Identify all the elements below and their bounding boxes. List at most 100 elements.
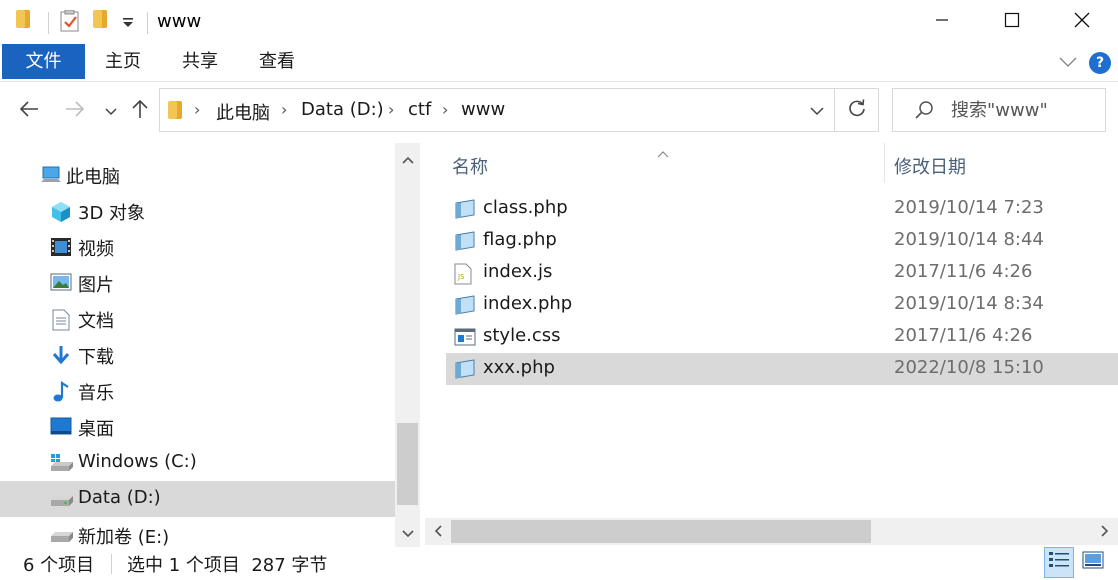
maximize-button[interactable] <box>977 0 1047 44</box>
nav-item-music[interactable]: 音乐 <box>0 373 395 409</box>
tab-file[interactable]: 文件 <box>2 44 85 79</box>
nav-item-label: 视频 <box>78 239 114 260</box>
file-row[interactable]: flag.php 2019/10/14 8:44 <box>446 225 1118 257</box>
chevron-up-icon <box>401 148 414 169</box>
close-button[interactable] <box>1047 0 1117 44</box>
php-file-icon <box>453 295 475 315</box>
nav-item-pictures[interactable]: 图片 <box>0 265 395 301</box>
nav-item-label: Windows (C:) <box>78 451 197 472</box>
search-icon <box>913 99 935 126</box>
customize-quick-access-icon[interactable] <box>122 14 134 40</box>
downloads-icon <box>52 345 74 365</box>
breadcrumb-chevron-icon[interactable]: › <box>442 100 448 119</box>
nav-item-label: 桌面 <box>78 419 114 440</box>
svg-text:JS: JS <box>457 273 465 281</box>
breadcrumb-ctf[interactable]: ctf <box>408 99 431 120</box>
breadcrumb-this-pc[interactable]: 此电脑 <box>216 99 270 125</box>
help-icon[interactable]: ? <box>1089 52 1111 74</box>
chevron-down-icon <box>401 522 414 543</box>
file-row[interactable]: JS index.js 2017/11/6 4:26 <box>446 257 1118 289</box>
nav-item-label: 下载 <box>78 347 114 368</box>
file-row-selected[interactable]: xxx.php 2022/10/8 15:10 <box>446 353 1118 385</box>
large-icons-view-button[interactable] <box>1078 547 1108 578</box>
navigation-pane-scrollbar[interactable] <box>395 143 420 547</box>
nav-item-label: 音乐 <box>78 383 114 404</box>
recent-locations-button[interactable] <box>96 96 126 126</box>
file-name: class.php <box>483 197 568 218</box>
this-pc-icon <box>40 165 62 185</box>
refresh-button[interactable] <box>834 89 878 131</box>
details-view-button[interactable] <box>1044 547 1074 578</box>
nav-item-documents[interactable]: 文档 <box>0 301 395 337</box>
minimize-button[interactable] <box>907 0 977 44</box>
file-date: 2019/10/14 7:23 <box>894 197 1044 218</box>
address-history-button[interactable] <box>800 89 834 131</box>
breadcrumb-chevron-icon[interactable]: › <box>194 100 200 119</box>
breadcrumb-data-d[interactable]: Data (D:) <box>301 99 384 120</box>
back-button[interactable] <box>14 96 44 126</box>
tab-view[interactable]: 查看 <box>247 44 307 79</box>
file-date: 2022/10/8 15:10 <box>894 357 1044 378</box>
nav-item-desktop[interactable]: 桌面 <box>0 409 395 445</box>
desktop-icon <box>50 417 72 437</box>
refresh-icon <box>847 98 867 123</box>
maximize-icon <box>1004 12 1020 33</box>
status-separator <box>111 554 112 574</box>
arrow-right-icon <box>64 100 86 123</box>
file-name: index.js <box>483 261 553 282</box>
php-file-icon <box>453 199 475 219</box>
documents-icon <box>52 309 74 331</box>
php-file-icon <box>453 231 475 251</box>
file-date: 2017/11/6 4:26 <box>894 325 1033 346</box>
nav-item-videos[interactable]: 视频 <box>0 229 395 265</box>
scroll-down-button[interactable] <box>395 517 420 547</box>
folder-icon <box>16 10 30 36</box>
videos-icon <box>50 237 72 257</box>
nav-item-data-d[interactable]: Data (D:) <box>0 481 395 517</box>
nav-item-label: 图片 <box>78 275 114 296</box>
up-button[interactable] <box>125 96 155 126</box>
forward-button[interactable] <box>60 96 90 126</box>
music-icon <box>52 380 74 402</box>
details-view-icon <box>1048 550 1070 575</box>
3d-objects-icon <box>50 201 72 222</box>
breadcrumb-www[interactable]: www <box>461 99 505 120</box>
file-name: index.php <box>483 293 573 314</box>
nav-item-windows-c[interactable]: Windows (C:) <box>0 445 395 481</box>
search-input[interactable] <box>951 98 1101 122</box>
chevron-right-icon <box>1101 521 1109 542</box>
scroll-right-button[interactable] <box>1092 518 1118 545</box>
address-bar[interactable]: › 此电脑 › Data (D:) › ctf › www <box>159 88 879 132</box>
file-name: style.css <box>483 325 561 346</box>
column-header-name[interactable]: 名称 <box>452 153 488 179</box>
column-header-date[interactable]: 修改日期 <box>894 153 966 179</box>
file-row[interactable]: class.php 2019/10/14 7:23 <box>446 193 1118 225</box>
drive-icon <box>50 489 73 509</box>
windows-drive-icon <box>50 453 73 473</box>
nav-item-3d-objects[interactable]: 3D 对象 <box>0 193 395 229</box>
scroll-left-button[interactable] <box>425 518 451 545</box>
nav-item-downloads[interactable]: 下载 <box>0 337 395 373</box>
file-row[interactable]: style.css 2017/11/6 4:26 <box>446 321 1118 353</box>
css-file-icon <box>453 327 476 347</box>
expand-ribbon-icon[interactable] <box>1058 54 1078 75</box>
drive-icon <box>50 525 73 545</box>
file-list-horizontal-scrollbar[interactable] <box>425 518 1118 545</box>
file-row[interactable]: index.php 2019/10/14 8:34 <box>446 289 1118 321</box>
breadcrumb-chevron-icon[interactable]: › <box>388 100 394 119</box>
title-bar: www <box>0 0 1118 44</box>
column-divider[interactable] <box>884 143 885 183</box>
tab-share[interactable]: 共享 <box>170 44 230 79</box>
folder-icon <box>168 101 182 124</box>
nav-item-this-pc[interactable]: 此电脑 <box>0 157 395 193</box>
breadcrumb-chevron-icon[interactable]: › <box>281 100 287 119</box>
scrollbar-thumb[interactable] <box>451 520 871 543</box>
new-folder-icon[interactable] <box>93 10 107 36</box>
nav-item-label: 新加卷 (E:) <box>78 527 170 547</box>
properties-icon[interactable] <box>60 9 80 36</box>
tab-home[interactable]: 主页 <box>93 44 153 79</box>
scroll-up-button[interactable] <box>395 143 420 173</box>
search-box[interactable] <box>892 88 1106 132</box>
nav-item-new-volume-e[interactable]: 新加卷 (E:) <box>0 517 395 547</box>
scrollbar-thumb[interactable] <box>397 423 418 505</box>
